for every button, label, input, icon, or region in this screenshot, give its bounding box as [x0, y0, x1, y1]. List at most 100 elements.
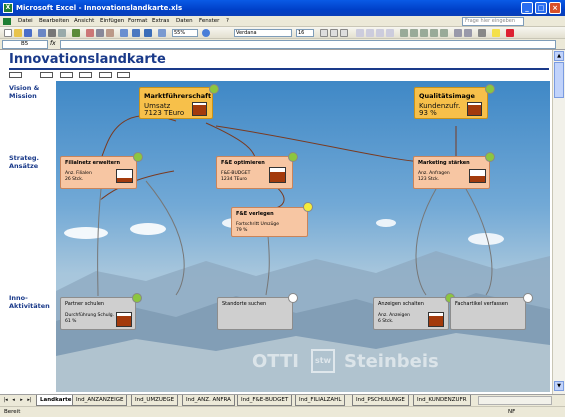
- cut-icon[interactable]: [86, 29, 94, 37]
- sheet-tab[interactable]: Ind_ANZANZEIGE: [72, 395, 128, 406]
- currency-icon[interactable]: [400, 29, 408, 37]
- last-sheet-icon[interactable]: ▸|: [26, 397, 33, 404]
- strategy-box-marketing[interactable]: Marketing stärken Anz. Anfragen 123 Stck…: [413, 156, 490, 189]
- excel-doc-icon[interactable]: [3, 18, 11, 25]
- underline-icon[interactable]: [340, 29, 348, 37]
- minimize-button[interactable]: _: [521, 2, 533, 14]
- autosum-icon[interactable]: [144, 29, 152, 37]
- strategy-box-filialnetz[interactable]: Filialnetz erweitern Anz. Filialen 26 St…: [60, 156, 137, 189]
- activity-box-standorte-suchen[interactable]: Standorte suchen: [217, 297, 293, 330]
- status-dot: [485, 152, 495, 162]
- nav-button-2[interactable]: [40, 72, 53, 78]
- chart-icon[interactable]: [158, 29, 166, 37]
- permission-icon[interactable]: [38, 29, 46, 37]
- decrease-decimal-icon[interactable]: [440, 29, 448, 37]
- save-icon[interactable]: [24, 29, 32, 37]
- prev-sheet-icon[interactable]: ◂: [10, 397, 17, 404]
- merge-center-icon[interactable]: [386, 29, 394, 37]
- activity-box-fachartikel[interactable]: Fachartikel verfassen: [450, 297, 526, 330]
- fx-icon[interactable]: fx: [50, 40, 56, 47]
- sheet-tab[interactable]: Ind_KUNDENZUFR: [413, 395, 471, 406]
- italic-icon[interactable]: [330, 29, 338, 37]
- increase-indent-icon[interactable]: [464, 29, 472, 37]
- row-label-activities: Inno-Aktivitäten: [9, 294, 50, 310]
- font-select[interactable]: Verdana: [234, 29, 292, 37]
- activity-box-partner-schulen[interactable]: Partner schulen Durchführung Schulg. 61 …: [60, 297, 136, 330]
- maximize-button[interactable]: □: [535, 2, 547, 14]
- align-center-icon[interactable]: [366, 29, 374, 37]
- copy-icon[interactable]: [96, 29, 104, 37]
- formula-bar: B5 fx: [0, 39, 565, 50]
- sheet-tab[interactable]: Ind_PSCHULUNGE: [352, 395, 409, 406]
- steinbeis-logo-icon: stw: [311, 349, 335, 373]
- name-box[interactable]: B5: [2, 40, 48, 49]
- first-sheet-icon[interactable]: |◂: [2, 397, 9, 404]
- paste-icon[interactable]: [106, 29, 114, 37]
- nav-button-5[interactable]: [99, 72, 112, 78]
- print-preview-icon[interactable]: [58, 29, 66, 37]
- sheet-tab[interactable]: Ind_ANZ. ANFRA: [182, 395, 235, 406]
- menu-ansicht[interactable]: Ansicht: [74, 18, 94, 24]
- strategy-box-fue-optimieren[interactable]: F&E optimieren F&E-BUDGET 1234 TEuro: [216, 156, 293, 189]
- scroll-up-icon[interactable]: ▲: [554, 51, 564, 61]
- percent-icon[interactable]: [410, 29, 418, 37]
- hyperlink-icon[interactable]: [132, 29, 140, 37]
- thousands-icon[interactable]: [420, 29, 428, 37]
- menu-help[interactable]: ?: [226, 18, 229, 24]
- increase-decimal-icon[interactable]: [430, 29, 438, 37]
- help-icon[interactable]: [202, 29, 210, 37]
- menu-bearbeiten[interactable]: Bearbeiten: [39, 18, 69, 24]
- innovation-map: Marktführerschaft Umsatz 7123 TEuro Qual…: [56, 81, 550, 392]
- sheet-tab-landkarte[interactable]: Landkarte: [36, 395, 76, 406]
- borders-icon[interactable]: [478, 29, 486, 37]
- font-size-select[interactable]: 16: [296, 29, 314, 37]
- menu-einfuegen[interactable]: Einfügen: [100, 18, 124, 24]
- activity-box-anzeigen-schalten[interactable]: Anzeigen schalten Anz. Anzeigen 6 Stck.: [373, 297, 449, 330]
- next-sheet-icon[interactable]: ▸: [18, 397, 25, 404]
- status-dot: [209, 84, 219, 94]
- page-title: Innovationslandkarte: [9, 52, 166, 67]
- kpi-indicator: [192, 102, 207, 116]
- sheet-tab[interactable]: Ind_UMZUEGE: [131, 395, 179, 406]
- print-icon[interactable]: [48, 29, 56, 37]
- kpi-value: 123 Stck.: [418, 177, 440, 182]
- formula-input[interactable]: [60, 40, 556, 49]
- open-icon[interactable]: [14, 29, 22, 37]
- close-button[interactable]: ×: [549, 2, 561, 14]
- bold-icon[interactable]: [320, 29, 328, 37]
- window-titlebar: X Microsoft Excel - Innovationslandkarte…: [0, 0, 565, 16]
- strategy-box-fue-verlegen[interactable]: F&E verlegen Fortschritt Umzüge 79 %: [231, 207, 308, 237]
- menu-datei[interactable]: Datei: [18, 18, 33, 24]
- sheet-tab[interactable]: Ind_FILIALZAHL: [295, 395, 346, 406]
- nav-button-4[interactable]: [79, 72, 92, 78]
- status-dot: [523, 293, 533, 303]
- kpi-indicator: [269, 167, 286, 183]
- menu-daten[interactable]: Daten: [176, 18, 193, 24]
- sheet-tab[interactable]: Ind_F&E-BUDGET: [237, 395, 293, 406]
- align-left-icon[interactable]: [356, 29, 364, 37]
- otti-watermark: OTTI: [252, 351, 299, 372]
- new-icon[interactable]: [4, 29, 12, 37]
- zoom-select[interactable]: 55%: [172, 29, 198, 37]
- align-right-icon[interactable]: [376, 29, 384, 37]
- nav-button-6[interactable]: [117, 72, 130, 78]
- scroll-thumb[interactable]: [554, 62, 564, 98]
- menu-extras[interactable]: Extras: [152, 18, 169, 24]
- excel-icon[interactable]: X: [3, 3, 13, 13]
- vertical-scrollbar[interactable]: ▲ ▼: [552, 50, 565, 394]
- font-color-icon[interactable]: [506, 29, 514, 37]
- undo-icon[interactable]: [120, 29, 128, 37]
- vision-box-qualitaetsimage[interactable]: Qualitätsimage Kundenzufr. 93 %: [414, 87, 488, 119]
- fill-color-icon[interactable]: [492, 29, 500, 37]
- menu-format[interactable]: Format: [128, 18, 147, 24]
- help-search-input[interactable]: Frage hier eingeben: [462, 17, 524, 26]
- horizontal-scrollbar[interactable]: [478, 396, 552, 405]
- menu-fenster[interactable]: Fenster: [199, 18, 219, 24]
- nav-button-3[interactable]: [60, 72, 73, 78]
- decrease-indent-icon[interactable]: [454, 29, 462, 37]
- scroll-down-icon[interactable]: ▼: [554, 381, 564, 391]
- nav-button-1[interactable]: [9, 72, 22, 78]
- spelling-icon[interactable]: [72, 29, 80, 37]
- kpi-indicator-fill: [117, 315, 131, 326]
- vision-box-marktfuehrerschaft[interactable]: Marktführerschaft Umsatz 7123 TEuro: [139, 87, 213, 119]
